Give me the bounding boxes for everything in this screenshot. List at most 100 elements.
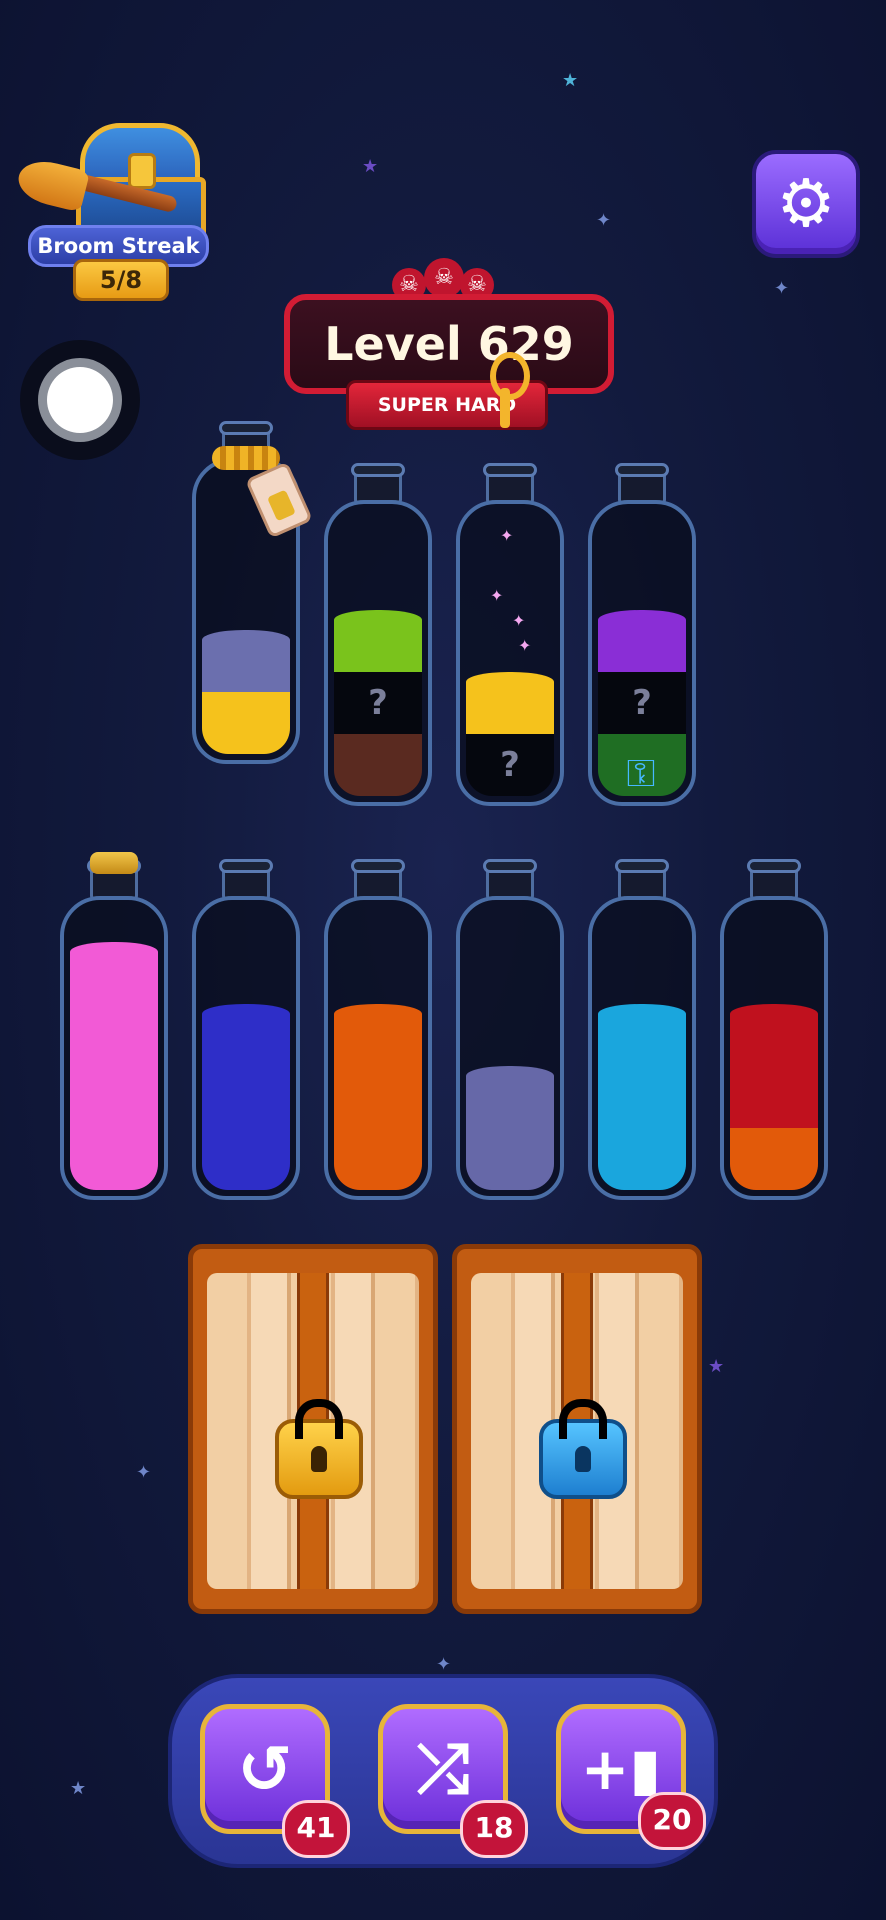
liquid-layer <box>70 1004 158 1066</box>
bottle-6[interactable] <box>192 859 300 1200</box>
undo-icon: ↺ <box>237 1730 293 1808</box>
hidden-layer: ? <box>334 672 422 734</box>
bottle-9[interactable] <box>588 859 696 1200</box>
bottle-7[interactable] <box>324 859 432 1200</box>
liquid-stack <box>202 630 290 754</box>
star-icon: ✦ <box>596 210 612 231</box>
shuffle-icon: ⤮ <box>416 1729 470 1807</box>
broom-streak-widget[interactable]: Broom Streak 5/8 <box>13 115 209 305</box>
skull-icon: ☠ <box>424 258 464 298</box>
bottle-glass <box>192 896 300 1200</box>
add-bottle-icon: +▮ <box>580 1735 662 1803</box>
hidden-layer: ? <box>598 672 686 734</box>
locked-crate-gold[interactable] <box>188 1244 438 1614</box>
liquid-layer <box>598 1128 686 1190</box>
liquid-layer <box>334 610 422 672</box>
bottle-2[interactable]: ? <box>324 463 432 806</box>
star-icon: ✦ <box>774 278 790 299</box>
liquid-stack <box>730 1004 818 1190</box>
hidden-layer: ? <box>466 734 554 796</box>
liquid-layer <box>70 1128 158 1190</box>
star-icon: ★ <box>70 1778 87 1799</box>
bottle-neck <box>615 859 669 900</box>
liquid-stack <box>334 1004 422 1190</box>
liquid-layer <box>334 1066 422 1128</box>
liquid-stack <box>70 942 158 1190</box>
gear-icon: ⚙ <box>776 165 836 242</box>
shuffle-count-badge: 18 <box>460 1800 528 1858</box>
sparkle-icon: ✦ <box>518 636 532 655</box>
liquid-stack <box>202 1004 290 1190</box>
liquid-layer <box>466 672 554 734</box>
bottle-8[interactable] <box>456 859 564 1200</box>
liquid-layer <box>334 1128 422 1190</box>
settings-button[interactable]: ⚙ <box>752 150 860 258</box>
chest-lock-icon <box>128 153 156 189</box>
bottle-glass <box>588 896 696 1200</box>
liquid-stack: ? <box>466 672 554 796</box>
bottle-neck <box>615 463 669 504</box>
bottle-neck <box>483 463 537 504</box>
bottle-glass: ? <box>324 500 432 806</box>
liquid-layer <box>730 1004 818 1066</box>
liquid-layer <box>202 1004 290 1066</box>
add-bottle-count-badge: 20 <box>638 1792 706 1850</box>
sparkle-icon: ✦ <box>512 611 526 630</box>
bottle-neck <box>219 859 273 900</box>
sparkle-icon: ✦ <box>500 526 514 545</box>
liquid-layer <box>730 1066 818 1128</box>
record-dot <box>47 367 113 433</box>
star-icon: ✦ <box>436 1654 452 1675</box>
bottle-1[interactable] <box>192 421 314 764</box>
liquid-stack <box>598 1004 686 1190</box>
rope-icon <box>212 446 280 470</box>
bottle-glass <box>60 896 168 1200</box>
undo-count-badge: 41 <box>282 1800 350 1858</box>
liquid-layer <box>598 1066 686 1128</box>
record-ring <box>38 358 122 442</box>
bottle-neck <box>483 859 537 900</box>
liquid-layer <box>466 1128 554 1190</box>
locked-crate-blue[interactable] <box>452 1244 702 1614</box>
blue-padlock-icon <box>539 1399 627 1499</box>
key-icon: ⚿ <box>626 751 656 795</box>
key-icon <box>490 352 530 400</box>
liquid-layer <box>70 942 158 1004</box>
star-icon: ★ <box>708 1356 725 1377</box>
key-shaft <box>500 388 510 428</box>
bottle-3[interactable]: ? ✦ ✦ ✦ ✦ <box>456 463 564 806</box>
liquid-layer <box>730 1128 818 1190</box>
star-icon: ✦ <box>136 1462 152 1483</box>
bottle-4[interactable]: ? ⚿ <box>588 463 696 806</box>
bottle-glass <box>456 896 564 1200</box>
liquid-stack <box>466 1066 554 1190</box>
liquid-layer <box>466 1066 554 1128</box>
broom-icon <box>13 155 91 213</box>
gold-padlock-icon <box>275 1399 363 1499</box>
level-title: Level 629 <box>284 294 614 394</box>
bottle-glass <box>720 896 828 1200</box>
bottle-glass: ? <box>456 500 564 806</box>
keyhole <box>575 1446 591 1472</box>
bottle-neck <box>351 859 405 900</box>
liquid-stack: ? <box>334 610 422 796</box>
keyhole <box>311 1446 327 1472</box>
bottle-neck <box>747 859 801 900</box>
liquid-layer <box>202 1066 290 1128</box>
liquid-layer <box>598 610 686 672</box>
liquid-layer <box>334 734 422 796</box>
bottle-neck <box>351 463 405 504</box>
cork-icon <box>90 852 138 874</box>
liquid-layer <box>70 1066 158 1128</box>
liquid-layer <box>202 630 290 692</box>
bottle-glass <box>324 896 432 1200</box>
liquid-layer <box>202 692 290 754</box>
bottle-10[interactable] <box>720 859 828 1200</box>
sparkle-icon: ✦ <box>490 586 504 605</box>
star-icon: ★ <box>562 70 579 91</box>
record-button[interactable] <box>20 340 140 460</box>
star-icon: ★ <box>362 156 379 177</box>
bottle-5[interactable] <box>60 852 168 1200</box>
liquid-layer <box>202 1128 290 1190</box>
liquid-layer <box>334 1004 422 1066</box>
